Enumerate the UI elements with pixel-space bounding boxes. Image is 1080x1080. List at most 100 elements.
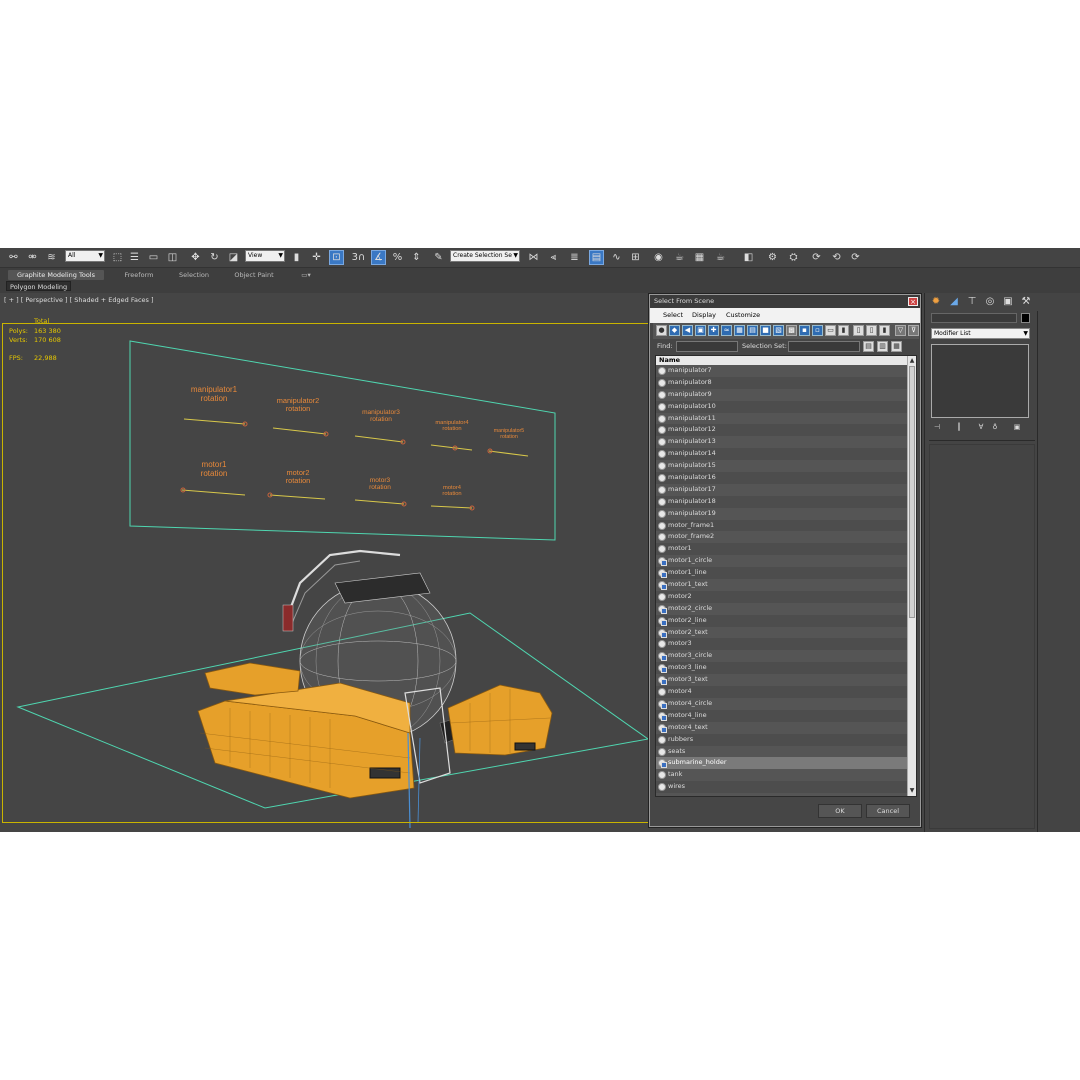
find-input[interactable] [676, 341, 738, 352]
edit-named-selection-icon[interactable]: ✎ [431, 250, 446, 265]
display-geometry-icon[interactable]: ● [656, 325, 667, 336]
list-item[interactable]: motor4_line [656, 709, 908, 722]
scroll-down-icon[interactable]: ▼ [908, 787, 916, 795]
list-item[interactable]: manipulator17 [656, 483, 908, 496]
list-item[interactable]: wires [656, 781, 908, 794]
schematic-view-icon[interactable]: ⊞ [628, 250, 643, 265]
modifier-stack[interactable] [931, 344, 1029, 418]
material-editor-icon[interactable]: ◉ [651, 250, 666, 265]
list-item[interactable]: manipulator18 [656, 495, 908, 508]
list-item[interactable]: manipulator10 [656, 400, 908, 413]
list-item[interactable]: motor1_line [656, 567, 908, 580]
display-xrefs-icon[interactable]: ▤ [747, 325, 758, 336]
list-item[interactable]: tank [656, 769, 908, 782]
curve-editor-icon[interactable]: ∿ [609, 250, 624, 265]
display-invert-icon[interactable]: ▮ [838, 325, 849, 336]
align-icon[interactable]: ⫷ [546, 250, 561, 265]
display-hidden-icon[interactable]: ▪ [799, 325, 810, 336]
list-item[interactable]: manipulator9 [656, 388, 908, 401]
rect-selection-icon[interactable]: ▭ [146, 250, 161, 265]
list-item[interactable]: motor_frame1 [656, 519, 908, 532]
menu-select[interactable]: Select [663, 311, 683, 319]
display-containers-icon[interactable]: ▧ [773, 325, 784, 336]
select-link-icon[interactable]: ⚯ [6, 250, 21, 265]
selection-set-icon-2[interactable]: ▥ [877, 341, 888, 352]
remove-modifier-icon[interactable]: ♁ [989, 423, 1001, 433]
tab-freeform[interactable]: Freeform [114, 270, 164, 280]
list-item[interactable]: motor2 [656, 590, 908, 603]
object-color-swatch[interactable] [1021, 313, 1030, 323]
configure-sets-icon[interactable]: ▣ [1011, 423, 1023, 433]
list-item[interactable]: manipulator7 [656, 365, 908, 377]
selection-set-icon-3[interactable]: ▦ [891, 341, 902, 352]
list-item[interactable]: motor4_circle [656, 697, 908, 710]
list-item[interactable]: rubbers [656, 733, 908, 746]
list-item[interactable]: manipulator12 [656, 424, 908, 437]
selection-set-dropdown[interactable] [788, 341, 860, 352]
list-item[interactable]: motor1_circle [656, 555, 908, 568]
scene-object-list[interactable]: Name manipulator7 manipulator8 manipulator… [655, 355, 917, 797]
select-none-icon[interactable]: ▯ [866, 325, 877, 336]
create-tab-icon[interactable]: ✹ [929, 295, 943, 309]
mirror-icon[interactable]: ⋈ [526, 250, 541, 265]
show-end-result-icon[interactable]: ║ [953, 423, 965, 433]
list-item[interactable]: motor3_text [656, 674, 908, 687]
list-item[interactable]: motor_frame2 [656, 531, 908, 544]
select-object-icon[interactable]: ⬚ [110, 250, 125, 265]
angle-snap-icon[interactable]: ∡ [371, 250, 386, 265]
object-name-field[interactable] [931, 313, 1017, 323]
scroll-up-icon[interactable]: ▲ [908, 357, 916, 365]
window-crossing-icon[interactable]: ◫ [165, 250, 180, 265]
reference-coordinate-dropdown[interactable]: View ▼ [245, 250, 285, 262]
tab-polygon-modeling[interactable]: Polygon Modeling [6, 281, 72, 291]
list-item[interactable]: submarine_holder [656, 757, 908, 770]
named-selection-dropdown[interactable]: Create Selection Se ▼ [450, 250, 520, 262]
display-cameras-icon[interactable]: ▣ [695, 325, 706, 336]
list-item[interactable]: motor3 [656, 638, 908, 651]
display-all-icon[interactable]: ▫ [812, 325, 823, 336]
list-item[interactable]: manipulator15 [656, 460, 908, 473]
list-item[interactable]: motor3_line [656, 662, 908, 675]
align-view-icon[interactable]: ⟳ [809, 250, 824, 265]
display-tab-icon[interactable]: ▣ [1001, 295, 1015, 309]
close-icon[interactable]: × [908, 297, 918, 306]
pivot-center-icon[interactable]: ▮ [289, 250, 304, 265]
list-scrollbar[interactable]: ▲ ▼ [907, 356, 916, 796]
viewport-label[interactable]: [ + ] [ Perspective ] [ Shaded + Edged F… [4, 296, 154, 304]
bind-spacewarp-icon[interactable]: ≋ [44, 250, 59, 265]
display-spacewarps-icon[interactable]: ≈ [721, 325, 732, 336]
display-none-icon[interactable]: ▭ [825, 325, 836, 336]
rotate-icon[interactable]: ↻ [207, 250, 222, 265]
percent-snap-icon[interactable]: % [390, 250, 405, 265]
snap-toggle-icon[interactable]: 3 ∩ [351, 250, 366, 265]
refresh-icon[interactable]: ⟲ [829, 250, 844, 265]
render-setup-icon[interactable]: ☕ [672, 250, 687, 265]
list-item[interactable]: motor1 [656, 543, 908, 556]
assign-material-icon[interactable]: ◧ [741, 250, 756, 265]
display-groups-icon[interactable]: ▦ [734, 325, 745, 336]
scale-icon[interactable]: ◪ [226, 250, 241, 265]
layer-manager-icon[interactable]: ≣ [567, 250, 582, 265]
utilities-tab-icon[interactable]: ⚒ [1019, 295, 1033, 309]
motion-tab-icon[interactable]: ◎ [983, 295, 997, 309]
selection-set-icon-1[interactable]: ▤ [863, 341, 874, 352]
display-lights-icon[interactable]: ◀ [682, 325, 693, 336]
filter-icon[interactable]: ▽ [895, 325, 906, 336]
unlink-icon[interactable]: ⚮ [25, 250, 40, 265]
display-frozen-icon[interactable]: ▩ [786, 325, 797, 336]
list-item[interactable]: manipulator19 [656, 507, 908, 520]
ok-button[interactable]: OK [818, 804, 862, 818]
select-all-icon[interactable]: ▯ [853, 325, 864, 336]
modify-tab-icon[interactable]: ◢ [947, 295, 961, 309]
display-helpers-icon[interactable]: ✚ [708, 325, 719, 336]
list-item[interactable]: motor1_text [656, 579, 908, 591]
spinner-snap-icon[interactable]: ⇕ [409, 250, 424, 265]
filter-options-icon[interactable]: ⊽ [908, 325, 919, 336]
list-item[interactable]: motor2_circle [656, 602, 908, 615]
ribbon-options-icon[interactable]: ▭▾ [296, 270, 316, 280]
scene-explorer-icon[interactable]: ▤ [589, 250, 604, 265]
modifier-list-dropdown[interactable]: Modifier List ▼ [931, 328, 1030, 339]
column-header-name[interactable]: Name [656, 356, 908, 365]
hierarchy-tab-icon[interactable]: ⊤ [965, 295, 979, 309]
keyboard-shortcut-icon[interactable]: ⊡ [329, 250, 344, 265]
